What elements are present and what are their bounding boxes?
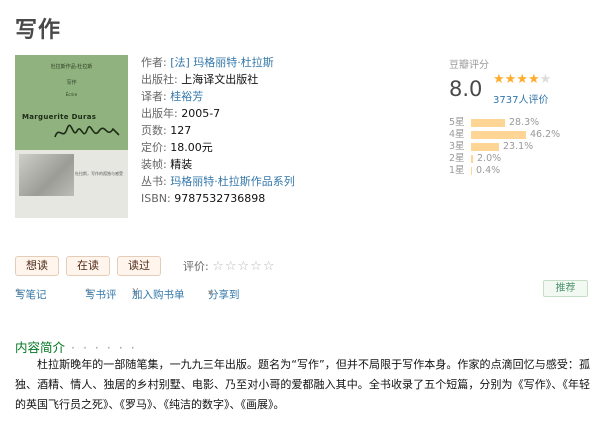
rating-stars: ★★★★★ [493,72,551,87]
cover-caption: 杜拉斯，写作的孤独与感受 [75,171,123,176]
cover-subtitle-text: Écrire [65,92,78,97]
info-row-price: 定价: 18.00元 [141,141,213,154]
chevron-down-icon: ▾ [208,287,214,299]
rating-bar [471,143,499,151]
series-link[interactable]: 玛格丽特·杜拉斯作品系列 [170,175,295,188]
info-row-publisher: 出版社: 上海译文出版社 [141,73,259,86]
intro-text: 杜拉斯晚年的一部随笔集，一九九三年出版。题名为“写作”，但并不局限于写作本身。作… [15,358,590,411]
rate-stars-input[interactable]: ☆☆☆☆☆ [212,259,275,274]
rating-bar [471,119,505,127]
translator-link[interactable]: 桂裕芳 [170,90,203,103]
rating-bar [471,155,473,163]
reading-button[interactable]: 在读 [66,256,110,276]
my-rating: 评价: ☆☆☆☆☆ [183,258,276,274]
star-icon: ★ [516,72,528,87]
cover-photo [19,154,74,196]
cover-series-text: 杜拉斯作品·杜拉斯 [50,64,93,70]
read-button[interactable]: 读过 [117,256,161,276]
want-to-read-button[interactable]: 想读 [15,256,59,276]
rating-bar [471,131,526,139]
star-icon: ★ [527,72,540,87]
recommend-button[interactable]: 推荐 [543,280,588,297]
heading-dots: · · · · · · [71,340,137,355]
rating-score: 8.0 [449,77,483,101]
star-empty-icon: ★ [539,72,552,87]
star-icon: ★ [504,72,517,87]
info-row-pubyear: 出版年: 2005-7 [141,107,221,120]
rating-title: 豆瓣评分 [449,60,489,71]
info-row-series: 丛书: 玛格丽特·杜拉斯作品系列 [141,175,295,188]
book-cover[interactable]: 杜拉斯作品·杜拉斯 写作 Écrire Marguerite Duras 杜拉斯… [15,55,128,218]
rating-count-link[interactable]: 3737人评价 [493,91,548,106]
info-row-pages: 页数: 127 [141,124,192,137]
rating-bar [471,167,472,175]
page-title: 写作 [15,18,62,43]
info-row-author: 作者: [法] 玛格丽特·杜拉斯 [141,56,274,69]
star-icon: ★ [493,72,505,87]
intro-heading: 内容简介 · · · · · · [15,340,137,355]
cover-title-text: 写作 [66,80,77,86]
info-row-translator: 译者: 桂裕芳 [141,90,204,103]
cover-signature-icon [54,124,120,138]
my-rating-label: 评价: [183,260,209,273]
info-row-binding: 装帧: 精装 [141,158,193,171]
info-row-isbn: ISBN: 9787532736898 [141,192,266,205]
author-link[interactable]: [法] 玛格丽特·杜拉斯 [170,56,274,69]
cover-author-name: Marguerite Duras [22,113,97,121]
